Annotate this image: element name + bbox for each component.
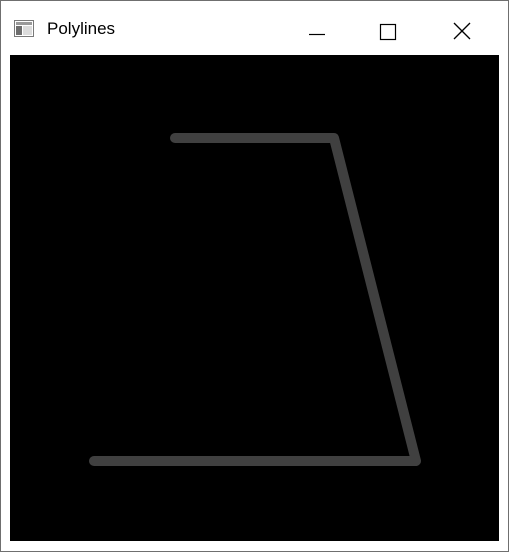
window-title: Polylines <box>47 19 116 38</box>
close-icon <box>453 22 471 40</box>
maximize-button[interactable] <box>357 1 415 55</box>
minimize-icon <box>309 33 325 36</box>
minimize-button[interactable] <box>286 1 344 55</box>
app-window-icon <box>14 20 34 37</box>
canvas-svg <box>89 133 421 466</box>
maximize-icon <box>379 23 397 41</box>
drawing-canvas[interactable] <box>10 55 499 541</box>
title-bar[interactable]: Polylines <box>1 1 508 55</box>
close-button[interactable] <box>431 1 489 55</box>
polyline-shape <box>89 133 421 466</box>
app-window: Polylines <box>0 0 509 552</box>
